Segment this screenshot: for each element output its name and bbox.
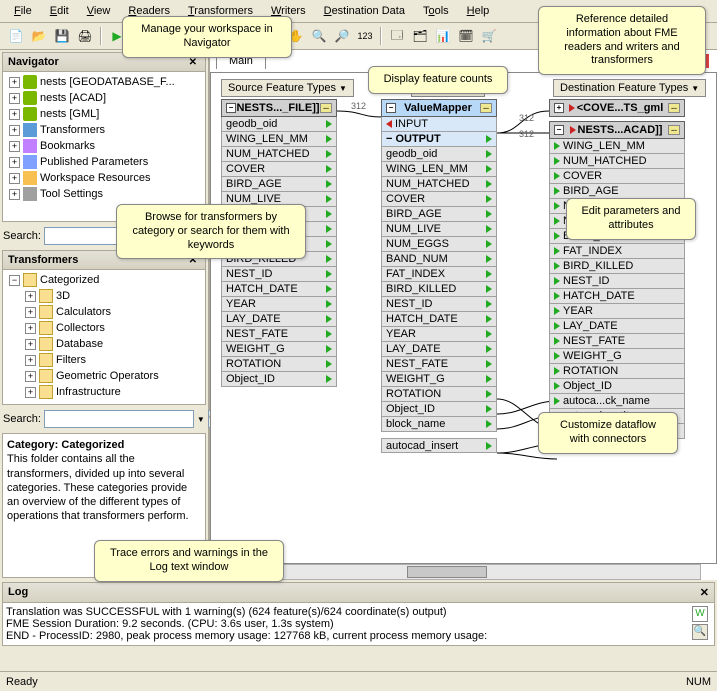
status-ready: Ready bbox=[6, 676, 38, 688]
menu-tools[interactable]: Tools bbox=[415, 3, 457, 19]
trans-search-input[interactable] bbox=[44, 410, 194, 428]
tb-1[interactable]: 🗔 bbox=[387, 26, 407, 46]
zoomout-btn[interactable]: 🔎 bbox=[332, 26, 352, 46]
section-source[interactable]: Source Feature Types▼ bbox=[221, 79, 354, 97]
tree-item[interactable]: +Collectors bbox=[5, 320, 203, 336]
tb-3[interactable]: 📊 bbox=[433, 26, 453, 46]
tb-4[interactable]: 🗓 bbox=[456, 26, 476, 46]
print-btn[interactable]: 🖨 bbox=[75, 26, 95, 46]
status-num: NUM bbox=[686, 676, 711, 688]
nav-item[interactable]: +Transformers bbox=[5, 122, 203, 138]
status-bar: Ready NUM bbox=[0, 671, 717, 691]
writer-node-acad[interactable]: −NESTS...ACAD]]...WING_LEN_MMNUM_HATCHED… bbox=[549, 121, 685, 439]
tree-item[interactable]: +Filters bbox=[5, 352, 203, 368]
save-btn[interactable]: 💾 bbox=[52, 26, 72, 46]
callout-transformers: Browse for transformers by category or s… bbox=[116, 204, 306, 259]
nav-item[interactable]: +nests [GML] bbox=[5, 106, 203, 122]
tb-2[interactable]: 🗂 bbox=[410, 26, 430, 46]
section-dest[interactable]: Destination Feature Types▼ bbox=[553, 79, 706, 97]
nav-item[interactable]: +Published Parameters bbox=[5, 154, 203, 170]
nav-item[interactable]: +Workspace Resources bbox=[5, 170, 203, 186]
trans-search-label: Search: bbox=[3, 413, 41, 425]
nav-item[interactable]: +nests [ACAD] bbox=[5, 90, 203, 106]
feature-count-3: 312 bbox=[519, 129, 534, 139]
tree-item[interactable]: +3D bbox=[5, 288, 203, 304]
log-close[interactable]: ✕ bbox=[700, 586, 709, 599]
callout-params: Edit parameters and attributes bbox=[566, 198, 696, 240]
transformer-node[interactable]: −ValueMapper...INPUT−OUTPUTgeodb_oidWING… bbox=[381, 99, 497, 453]
menu-edit[interactable]: Edit bbox=[42, 3, 77, 19]
nav-search-label: Search: bbox=[3, 230, 41, 242]
menu-file[interactable]: FFileile bbox=[6, 3, 40, 19]
tb-store[interactable]: 🛒 bbox=[479, 26, 499, 46]
callout-counts: Display feature counts bbox=[368, 66, 508, 94]
tree-root[interactable]: −Categorized bbox=[5, 272, 203, 288]
feature-count-1: 312 bbox=[351, 101, 366, 111]
zoomin-btn[interactable]: 🔍 bbox=[309, 26, 329, 46]
log-icon-1[interactable]: W bbox=[692, 606, 708, 622]
callout-navigator: Manage your workspace in Navigator bbox=[122, 16, 292, 58]
log-panel: Log✕ Translation was SUCCESSFUL with 1 w… bbox=[2, 582, 715, 646]
workspace-canvas[interactable]: Main ✕ Source Feature Types▼ Data Flow▼ … bbox=[210, 50, 717, 580]
feature-count-2: 312 bbox=[519, 113, 534, 123]
nav-item[interactable]: +Tool Settings bbox=[5, 186, 203, 202]
menu-view[interactable]: View bbox=[79, 3, 119, 19]
menu-destination[interactable]: Destination Data bbox=[316, 3, 413, 19]
callout-connectors: Customize dataflow with connectors bbox=[538, 412, 678, 454]
tree-item[interactable]: +Geometric Operators bbox=[5, 368, 203, 384]
log-icon-2[interactable]: 🔍 bbox=[692, 624, 708, 640]
tree-item[interactable]: +Database bbox=[5, 336, 203, 352]
nav-item[interactable]: +Bookmarks bbox=[5, 138, 203, 154]
log-text[interactable]: Translation was SUCCESSFUL with 1 warnin… bbox=[6, 606, 689, 642]
writer-node-gml[interactable]: +<COVE...TS_gml... bbox=[549, 99, 685, 117]
menu-help[interactable]: Help bbox=[459, 3, 498, 19]
navigator-close[interactable]: ✕ bbox=[186, 57, 200, 68]
nav-item[interactable]: +nests [GEODATABASE_F... bbox=[5, 74, 203, 90]
zoom100-btn[interactable]: 123 bbox=[355, 26, 375, 46]
callout-log: Trace errors and warnings in the Log tex… bbox=[94, 540, 284, 582]
callout-help: Reference detailed information about FME… bbox=[538, 6, 706, 75]
navigator-tree[interactable]: +nests [GEODATABASE_F...+nests [ACAD]+ne… bbox=[3, 72, 205, 221]
new-btn[interactable]: 📄 bbox=[6, 26, 26, 46]
tree-item[interactable]: +Infrastructure bbox=[5, 384, 203, 400]
transformers-tree[interactable]: −Categorized+3D+Calculators+Collectors+D… bbox=[3, 270, 205, 404]
open-btn[interactable]: 📂 bbox=[29, 26, 49, 46]
tree-item[interactable]: +Calculators bbox=[5, 304, 203, 320]
